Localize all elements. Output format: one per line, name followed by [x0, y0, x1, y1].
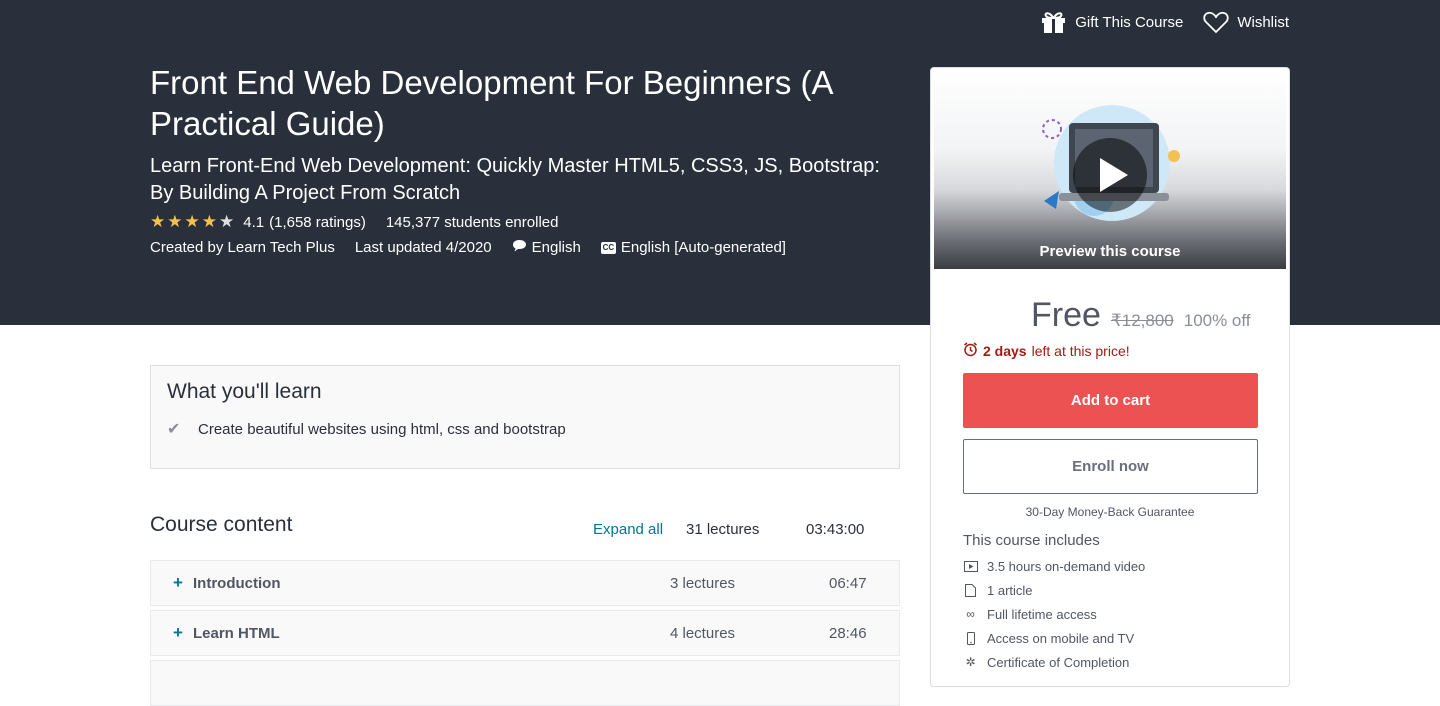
course-subtitle: Learn Front-End Web Development: Quickly…: [150, 155, 880, 204]
learn-title: What you'll learn: [167, 380, 322, 403]
original-price: ₹12,800: [1110, 311, 1174, 330]
language-label: English: [531, 239, 581, 256]
current-price: Free: [1031, 296, 1101, 334]
total-lectures: 31 lectures: [686, 521, 760, 538]
deadline-text: left at this price!: [1031, 343, 1130, 359]
section-duration: 06:47: [829, 575, 867, 592]
course-title: Front End Web Development For Beginners …: [150, 64, 832, 142]
learn-item: ✔ Create beautiful websites using html, …: [167, 419, 566, 439]
includes-label: 1 article: [987, 582, 1033, 598]
course-meta: Created by Learn Tech Plus Last updated …: [150, 239, 786, 256]
learn-item-label: Create beautiful websites using html, cs…: [198, 420, 566, 438]
course-content-header: Course content Expand all 31 lectures 03…: [150, 513, 900, 543]
star-empty-icon: ★: [219, 212, 235, 231]
preview-label: Preview this course: [1039, 243, 1181, 260]
certificate-icon: ✲: [965, 655, 976, 669]
speech-bubble-icon: [512, 239, 527, 256]
play-preview-button[interactable]: [1073, 138, 1147, 212]
expand-plus-icon: +: [173, 623, 183, 642]
course-content-title: Course content: [150, 513, 293, 536]
captions-label: English [Auto-generated]: [620, 239, 786, 256]
section-duration: 28:46: [829, 625, 867, 642]
money-back-guarantee: 30-Day Money-Back Guarantee: [1025, 505, 1195, 519]
includes-label: Access on mobile and TV: [987, 630, 1135, 646]
includes-title: This course includes: [963, 532, 1100, 549]
star-icon: ★: [167, 212, 183, 231]
last-updated: Last updated 4/2020: [354, 239, 492, 256]
section-next[interactable]: [150, 660, 900, 706]
header-actions: Gift This Course Wishlist: [1040, 10, 1289, 34]
star-icon: ★: [184, 212, 200, 231]
star-icon: ★: [201, 212, 217, 231]
star-icon: ★: [150, 212, 166, 231]
includes-item: 1 article: [963, 578, 1145, 602]
includes-label: Full lifetime access: [987, 606, 1097, 622]
course-captions: CC English [Auto-generated]: [600, 239, 786, 256]
includes-item: Access on mobile and TV: [963, 626, 1145, 650]
section-name: Learn HTML: [193, 625, 280, 642]
includes-label: 3.5 hours on-demand video: [987, 558, 1146, 574]
rating-row: ★ ★ ★ ★ ★ 4.1 (1,658 ratings) 145,377 st…: [150, 212, 558, 232]
course-preview[interactable]: Preview this course: [934, 71, 1286, 269]
rating-value: 4.1: [243, 213, 265, 231]
section-lectures: 4 lectures: [670, 625, 736, 642]
check-icon: ✔: [167, 421, 181, 438]
includes-item: ∞ Full lifetime access: [963, 602, 1145, 626]
play-icon: [1100, 158, 1128, 192]
wishlist-button[interactable]: Wishlist: [1203, 11, 1289, 34]
course-language: English: [512, 239, 581, 256]
alarm-clock-icon: [963, 342, 978, 360]
section-name: Introduction: [193, 575, 281, 592]
enroll-now-button[interactable]: Enroll now: [963, 439, 1258, 494]
gift-icon: [1040, 10, 1067, 34]
ratings-count[interactable]: (1,658 ratings): [269, 214, 366, 231]
closed-captions-icon: CC: [600, 241, 616, 254]
includes-label: Certificate of Completion: [987, 654, 1130, 670]
video-icon: [963, 560, 978, 572]
section-lectures: 3 lectures: [670, 575, 736, 592]
created-by[interactable]: Created by Learn Tech Plus: [150, 239, 335, 256]
what-you-learn: What you'll learn ✔ Create beautiful web…: [150, 365, 900, 469]
total-duration: 03:43:00: [806, 521, 865, 538]
expand-all-link[interactable]: Expand all: [593, 521, 663, 538]
gift-course-label: Gift This Course: [1075, 13, 1184, 31]
section-learn-html[interactable]: + Learn HTML 4 lectures 28:46: [150, 610, 900, 656]
gift-course-button[interactable]: Gift This Course: [1040, 10, 1183, 34]
price-deadline: 2 days left at this price!: [963, 342, 1130, 360]
price-row: Free ₹12,800 100% off: [1031, 296, 1251, 335]
mobile-icon: [963, 631, 978, 645]
includes-item: ✲ Certificate of Completion: [963, 650, 1145, 674]
article-icon: [963, 583, 978, 597]
includes-list: 3.5 hours on-demand video 1 article ∞ Fu…: [963, 554, 1145, 674]
section-introduction[interactable]: + Introduction 3 lectures 06:47: [150, 560, 900, 606]
add-to-cart-button[interactable]: Add to cart: [963, 373, 1258, 428]
deadline-days: 2 days: [983, 343, 1027, 359]
students-enrolled: 145,377 students enrolled: [385, 213, 559, 231]
includes-item: 3.5 hours on-demand video: [963, 554, 1145, 578]
expand-plus-icon: +: [173, 573, 183, 592]
wishlist-label: Wishlist: [1237, 13, 1289, 31]
rating-stars: ★ ★ ★ ★ ★: [150, 212, 234, 232]
heart-icon: [1203, 11, 1229, 34]
purchase-sidebar: Preview this course Free ₹12,800 100% of…: [930, 67, 1290, 687]
discount-percent: 100% off: [1183, 311, 1251, 330]
infinity-icon: ∞: [966, 607, 975, 621]
